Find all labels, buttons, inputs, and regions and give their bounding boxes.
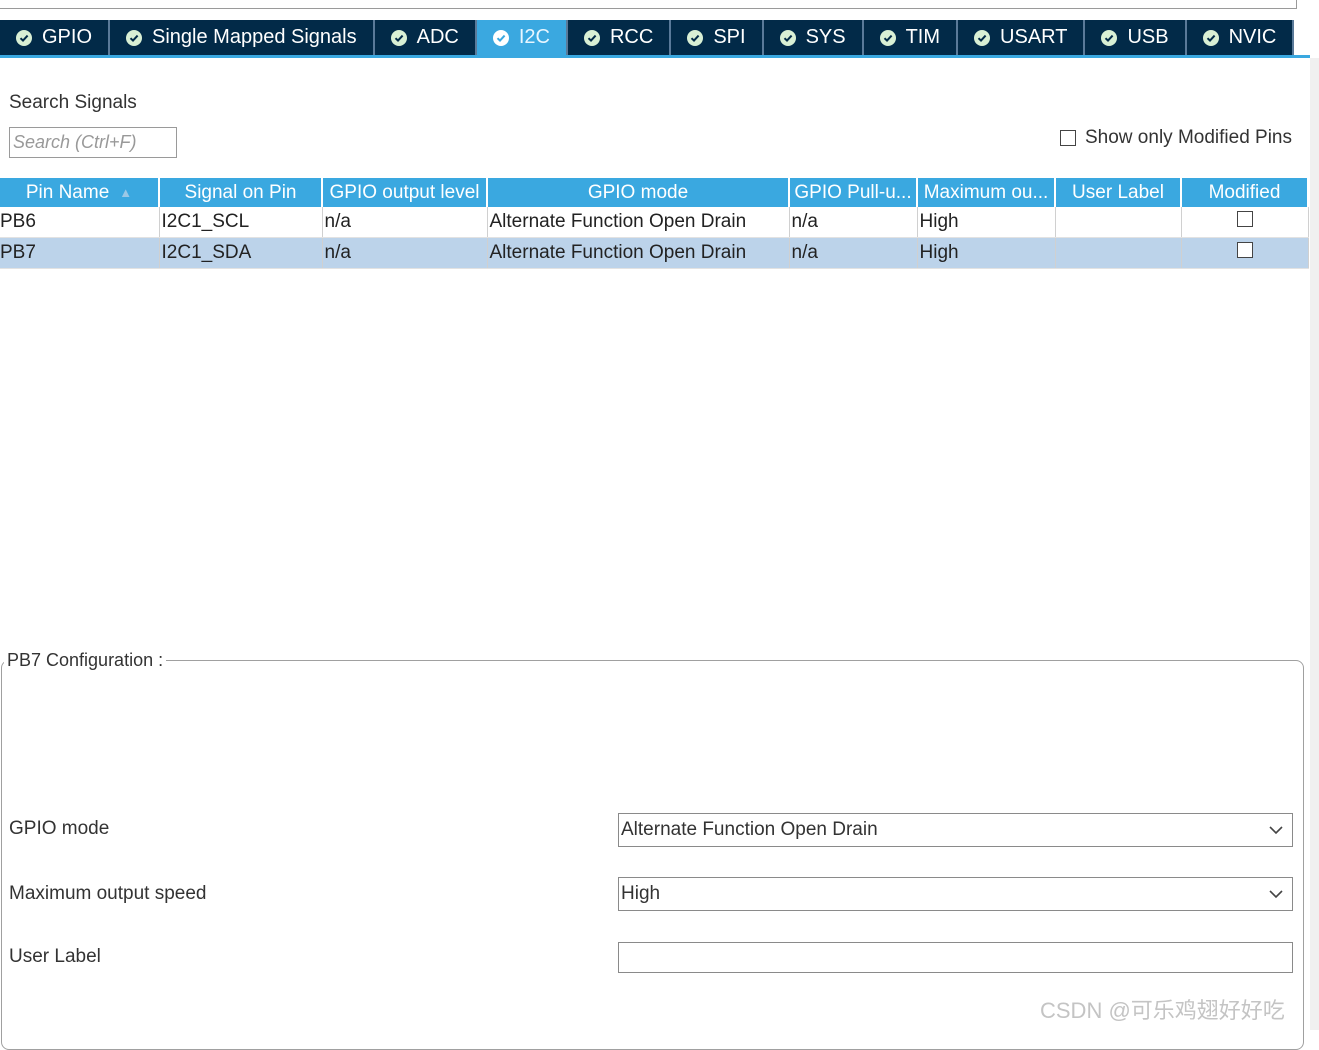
top-dropdown-edge[interactable]	[0, 0, 1297, 9]
col-header-output-level[interactable]: GPIO output level	[322, 178, 488, 207]
tab-adc[interactable]: ADC	[374, 20, 477, 55]
pin-configuration-table: Pin Name ▲ Signal on Pin GPIO output leve…	[0, 178, 1309, 269]
search-input[interactable]	[9, 127, 177, 158]
tab-tim[interactable]: TIM	[863, 20, 959, 55]
check-circle-icon	[1202, 29, 1219, 46]
table-row-selected[interactable]: PB7 I2C1_SDA n/a Alternate Function Open…	[0, 237, 1309, 269]
check-circle-icon	[1101, 29, 1118, 46]
tab-label: USART	[1000, 26, 1068, 48]
table-row[interactable]: PB6 I2C1_SCL n/a Alternate Function Open…	[0, 207, 1309, 238]
cell-pull: n/a	[789, 237, 918, 269]
config-title: PB7 Configuration :	[7, 650, 164, 670]
tab-i2c[interactable]: I2C	[476, 20, 568, 55]
watermark: CSDN @可乐鸡翅好好吃	[1040, 998, 1285, 1023]
modified-checkbox[interactable]	[1236, 242, 1253, 258]
show-modified-label: Show only Modified Pins	[1085, 127, 1292, 148]
gpio-mode-label: GPIO mode	[9, 818, 110, 839]
cell-output-level: n/a	[322, 237, 488, 269]
cell-signal: I2C1_SDA	[159, 237, 323, 269]
cell-signal: I2C1_SCL	[159, 207, 323, 238]
tab-underline	[0, 55, 1310, 58]
cell-user-label	[1055, 237, 1182, 269]
check-circle-icon	[16, 29, 32, 46]
max-speed-label: Maximum output speed	[9, 883, 207, 904]
tab-spi[interactable]: SPI	[671, 20, 764, 55]
cell-modified	[1181, 237, 1309, 269]
cell-pin: PB6	[0, 207, 160, 238]
tab-single-mapped-signals[interactable]: Single Mapped Signals	[110, 20, 375, 55]
col-header-gpio-mode[interactable]: GPIO mode	[487, 178, 790, 207]
tab-usb[interactable]: USB	[1085, 20, 1187, 55]
tab-gpio[interactable]: GPIO	[0, 20, 111, 55]
tab-label: GPIO	[42, 26, 93, 48]
tab-rcc[interactable]: RCC	[567, 20, 672, 55]
pin-configuration-panel: PB7 Configuration :	[1, 650, 1304, 1050]
max-speed-select[interactable]: High	[618, 877, 1293, 911]
gpio-mode-value: Alternate Function Open Drain	[621, 819, 878, 840]
sort-icon: ▲	[119, 184, 133, 200]
cell-modified	[1181, 207, 1309, 238]
category-tab-bar: GPIO Single Mapped Signals ADC I2C RCC SPI SYS…	[0, 20, 1310, 55]
cell-gpio-mode: Alternate Function Open Drain	[487, 237, 790, 269]
table-header-row: Pin Name ▲ Signal on Pin GPIO output leve…	[0, 178, 1309, 207]
modified-checkbox[interactable]	[1236, 211, 1253, 227]
cell-max-speed: High	[917, 207, 1056, 238]
tab-label: ADC	[416, 26, 459, 48]
tab-usart[interactable]: USART	[958, 20, 1086, 55]
chevron-down-icon	[1268, 886, 1284, 908]
tab-label: SYS	[805, 26, 846, 48]
col-header-modified[interactable]: Modified	[1181, 178, 1309, 207]
max-speed-value: High	[621, 883, 661, 904]
tab-sys[interactable]: SYS	[763, 20, 864, 55]
cell-gpio-mode: Alternate Function Open Drain	[487, 207, 790, 238]
col-header-user-label[interactable]: User Label	[1055, 178, 1182, 207]
check-circle-icon	[126, 29, 143, 46]
vertical-scrollbar[interactable]	[1310, 58, 1319, 1030]
cell-output-level: n/a	[322, 207, 488, 238]
tab-label: NVIC	[1228, 26, 1277, 48]
tab-label: SPI	[713, 26, 746, 48]
tab-label: USB	[1127, 26, 1169, 48]
cell-max-speed: High	[917, 237, 1056, 269]
check-circle-icon	[390, 29, 407, 46]
col-header-pull[interactable]: GPIO Pull-u...	[789, 178, 918, 207]
col-header-max-speed[interactable]: Maximum ou...	[917, 178, 1056, 207]
top-toolbar	[0, 0, 1319, 20]
col-header-pin-name[interactable]: Pin Name ▲	[0, 178, 160, 207]
col-header-signal[interactable]: Signal on Pin	[159, 178, 323, 207]
show-modified-pins-toggle[interactable]: Show only Modified Pins	[1060, 127, 1292, 149]
tab-nvic[interactable]: NVIC	[1186, 20, 1295, 55]
show-modified-checkbox[interactable]	[1060, 130, 1076, 146]
tab-label: Single Mapped Signals	[152, 26, 357, 48]
check-circle-icon	[492, 29, 509, 46]
tab-label: RCC	[609, 26, 654, 48]
check-circle-icon	[879, 29, 896, 46]
tab-label: I2C	[518, 26, 550, 48]
check-circle-icon	[583, 29, 600, 46]
tab-label: TIM	[905, 26, 941, 48]
check-circle-icon	[779, 29, 796, 46]
cell-pin: PB7	[0, 237, 160, 269]
user-label-label: User Label	[9, 946, 101, 967]
check-circle-icon	[687, 29, 704, 46]
cell-user-label	[1055, 207, 1182, 238]
check-circle-icon	[974, 29, 991, 46]
gpio-mode-select[interactable]: Alternate Function Open Drain	[618, 813, 1293, 847]
search-signals-label: Search Signals	[9, 92, 137, 113]
user-label-input[interactable]	[618, 942, 1293, 973]
cell-pull: n/a	[789, 207, 918, 238]
chevron-down-icon	[1268, 822, 1284, 844]
